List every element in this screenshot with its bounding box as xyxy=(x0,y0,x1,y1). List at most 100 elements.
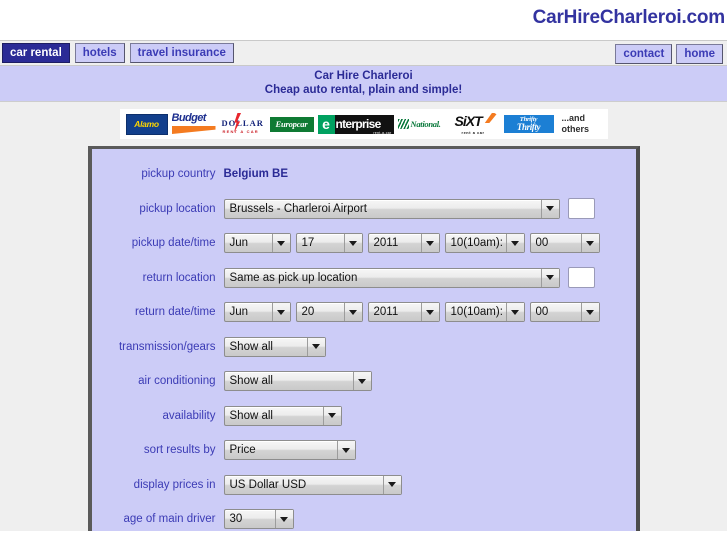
label-return-datetime: return date/time xyxy=(134,306,216,319)
select-transmission[interactable]: Show all xyxy=(223,336,326,357)
europcar-logo-text: Europcar xyxy=(275,119,308,129)
select-return-hour[interactable]: 10(10am): xyxy=(444,302,525,323)
nav-right-group: contact home xyxy=(615,44,727,64)
select-air-conditioning-value: Show all xyxy=(229,375,273,388)
chevron-down-icon[interactable] xyxy=(343,234,362,253)
chevron-down-icon[interactable] xyxy=(505,303,524,322)
chevron-down-icon[interactable] xyxy=(271,303,290,322)
select-display-prices-in-value: US Dollar USD xyxy=(229,478,307,491)
page-title-band: Car Hire Charleroi Cheap auto rental, pl… xyxy=(0,66,727,102)
and-others-label: ...and others xyxy=(558,113,602,135)
row-age-of-main-driver: age of main driver 30 xyxy=(92,502,636,537)
chevron-down-icon[interactable] xyxy=(322,406,341,425)
select-return-month-value: Jun xyxy=(229,306,249,319)
nav-item-travel-insurance[interactable]: travel insurance xyxy=(129,43,234,63)
select-pickup-month[interactable]: Jun xyxy=(223,233,291,254)
select-return-year-value: 2011 xyxy=(373,306,399,319)
and-others-line2: others xyxy=(561,124,590,134)
chevron-down-icon[interactable] xyxy=(352,372,371,391)
label-pickup-location: pickup location xyxy=(139,202,216,215)
label-return-location: return location xyxy=(142,271,216,284)
select-sort-results-by-value: Price xyxy=(229,444,256,457)
enterprise-logo-tagline: rent-a-car xyxy=(373,130,392,135)
national-logo-swoosh-icon xyxy=(397,119,409,129)
select-availability[interactable]: Show all xyxy=(223,405,342,426)
select-pickup-month-value: Jun xyxy=(229,237,249,250)
enterprise-logo-text: nterprise xyxy=(335,117,382,131)
and-others-line1: ...and xyxy=(561,113,586,123)
select-pickup-day[interactable]: 17 xyxy=(295,233,363,254)
row-return-datetime: return date/time Jun 20 2011 10(10am): 0… xyxy=(92,295,636,330)
chevron-down-icon[interactable] xyxy=(343,303,362,322)
main-navigation: car rental hotels travel insurance conta… xyxy=(0,40,727,66)
select-age-of-main-driver-value: 30 xyxy=(229,513,243,526)
nav-item-hotels[interactable]: hotels xyxy=(74,43,125,63)
chevron-down-icon[interactable] xyxy=(382,475,401,494)
row-sort-results-by: sort results by Price xyxy=(92,433,636,468)
select-return-minute[interactable]: 00 xyxy=(529,302,600,323)
select-air-conditioning[interactable]: Show all xyxy=(223,371,372,392)
select-pickup-day-value: 17 xyxy=(301,237,315,250)
input-pickup-location-extra[interactable] xyxy=(567,198,595,220)
chevron-down-icon[interactable] xyxy=(274,510,293,529)
chevron-down-icon[interactable] xyxy=(336,441,355,460)
select-pickup-minute[interactable]: 00 xyxy=(529,233,600,254)
row-display-prices-in: display prices in US Dollar USD xyxy=(92,468,636,503)
thrifty-logo: Thrifty Thrifty xyxy=(503,113,554,135)
sixt-logo-flame-icon xyxy=(484,113,497,123)
nav-left-group: car rental hotels travel insurance xyxy=(2,43,239,63)
chevron-down-icon[interactable] xyxy=(420,303,439,322)
select-pickup-hour[interactable]: 10(10am): xyxy=(444,233,525,254)
label-availability: availability xyxy=(162,409,216,422)
dollar-logo: DOLLAR RENT A CAR xyxy=(219,113,266,135)
row-pickup-country: pickup country Belgium BE xyxy=(92,157,636,192)
partner-logos-section: Alamo Budget DOLLAR RENT A CAR Europcar … xyxy=(0,102,727,146)
select-return-year[interactable]: 2011 xyxy=(367,302,440,323)
sixt-logo: SiXT rent a car xyxy=(453,113,500,135)
page-tagline: Cheap auto rental, plain and simple! xyxy=(264,84,463,96)
chevron-down-icon[interactable] xyxy=(505,234,524,253)
national-logo: National. xyxy=(397,113,450,135)
select-pickup-location[interactable]: Brussels - Charleroi Airport xyxy=(223,198,560,219)
select-pickup-year-value: 2011 xyxy=(373,237,399,250)
chevron-down-icon[interactable] xyxy=(540,199,559,218)
page-body: pickup country Belgium BE pickup locatio… xyxy=(0,146,727,531)
enterprise-logo: e nterprise rent-a-car xyxy=(317,113,394,135)
dollar-logo-text: DOLLAR xyxy=(221,118,264,128)
label-air-conditioning: air conditioning xyxy=(138,375,216,388)
chevron-down-icon[interactable] xyxy=(540,268,559,287)
chevron-down-icon[interactable] xyxy=(580,303,599,322)
label-display-prices-in: display prices in xyxy=(133,478,216,491)
select-pickup-hour-value: 10(10am): xyxy=(450,237,503,250)
select-pickup-minute-value: 00 xyxy=(535,237,549,250)
alamo-logo: Alamo xyxy=(125,113,168,135)
select-return-location[interactable]: Same as pick up location xyxy=(223,267,560,288)
row-return-location: return location Same as pick up location xyxy=(92,261,636,296)
budget-logo-bar xyxy=(171,126,216,134)
page-title: Car Hire Charleroi xyxy=(314,70,413,82)
input-return-location-extra[interactable] xyxy=(567,267,595,289)
select-return-day[interactable]: 20 xyxy=(295,302,363,323)
select-return-location-value: Same as pick up location xyxy=(229,271,358,284)
select-sort-results-by[interactable]: Price xyxy=(223,440,356,461)
label-pickup-datetime: pickup date/time xyxy=(131,237,216,250)
nav-item-car-rental[interactable]: car rental xyxy=(2,43,70,63)
select-return-day-value: 20 xyxy=(301,306,315,319)
select-age-of-main-driver[interactable]: 30 xyxy=(223,509,294,530)
select-pickup-location-value: Brussels - Charleroi Airport xyxy=(229,202,367,215)
chevron-down-icon[interactable] xyxy=(271,234,290,253)
label-pickup-country: pickup country xyxy=(141,168,216,181)
nav-item-home[interactable]: home xyxy=(676,44,723,64)
europcar-logo: Europcar xyxy=(269,113,314,135)
nav-item-contact[interactable]: contact xyxy=(615,44,673,64)
select-return-month[interactable]: Jun xyxy=(223,302,291,323)
select-display-prices-in[interactable]: US Dollar USD xyxy=(223,474,402,495)
row-air-conditioning: air conditioning Show all xyxy=(92,364,636,399)
chevron-down-icon[interactable] xyxy=(306,337,325,356)
thrifty-logo-text-bottom: Thrifty xyxy=(516,121,541,132)
budget-logo: Budget xyxy=(171,113,216,135)
chevron-down-icon[interactable] xyxy=(420,234,439,253)
chevron-down-icon[interactable] xyxy=(580,234,599,253)
select-availability-value: Show all xyxy=(229,409,273,422)
select-pickup-year[interactable]: 2011 xyxy=(367,233,440,254)
